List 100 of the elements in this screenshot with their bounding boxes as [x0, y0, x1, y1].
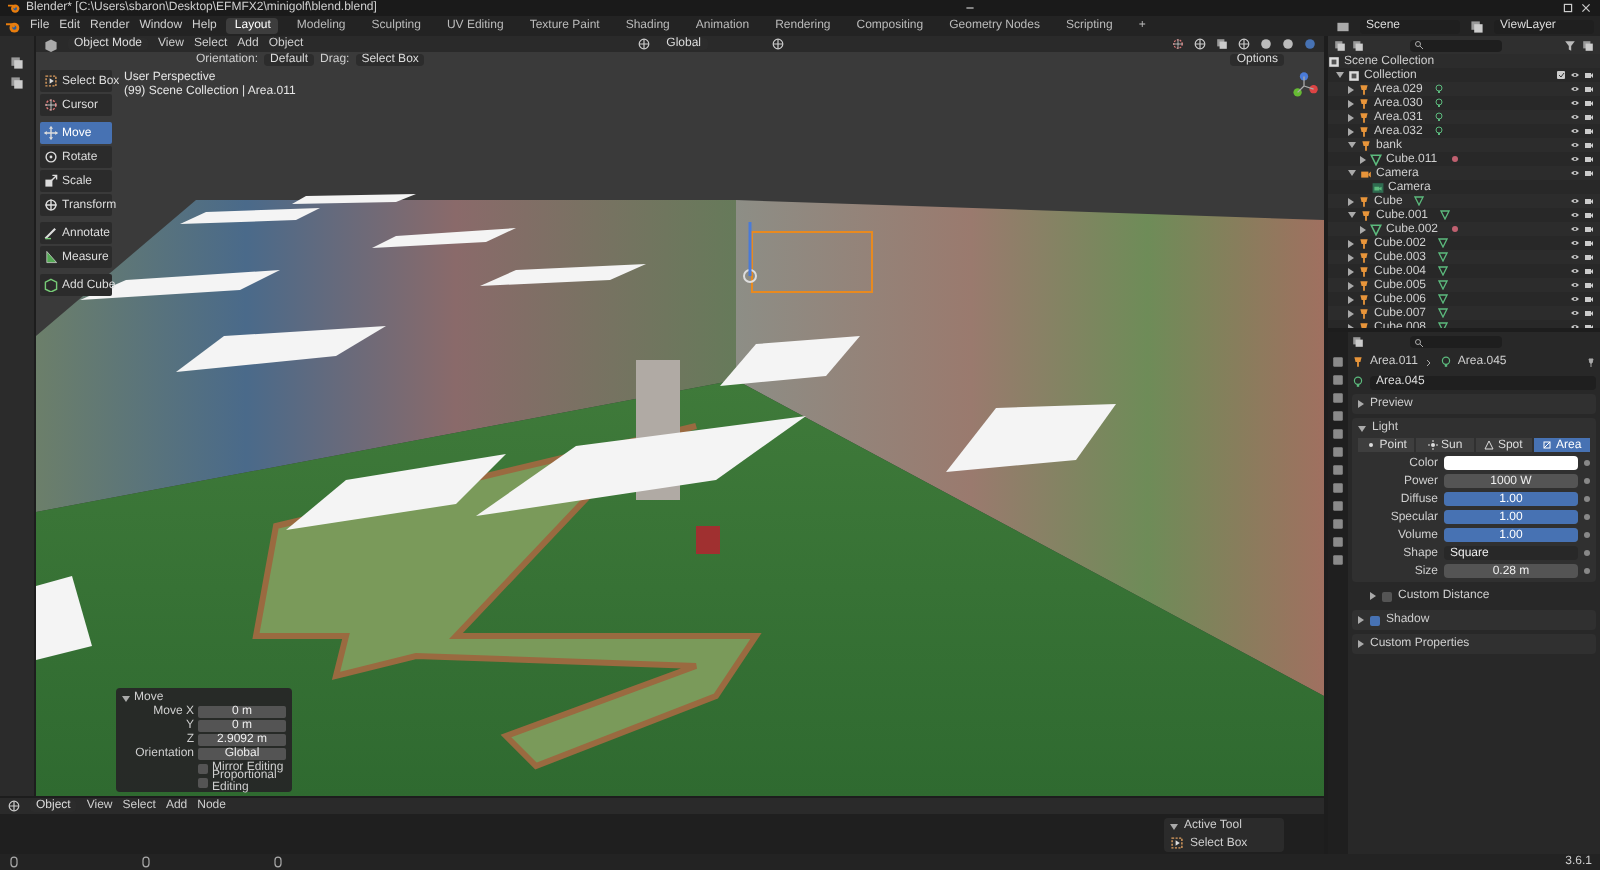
eye-icon[interactable]	[1570, 252, 1580, 262]
eye-icon[interactable]	[1570, 196, 1580, 206]
expand-arrow[interactable]	[1358, 640, 1364, 648]
expand-arrow[interactable]	[1370, 592, 1376, 600]
area-light-icon	[1542, 440, 1553, 450]
camera-icon[interactable]	[1584, 280, 1594, 290]
expand-arrow[interactable]	[1348, 309, 1354, 317]
checkbox[interactable]	[1370, 615, 1380, 625]
blender-logo-icon[interactable]	[6, 19, 20, 33]
point-light-icon	[1365, 440, 1376, 450]
light-data-icon	[1439, 356, 1452, 368]
checkbox[interactable]	[198, 777, 208, 787]
scene-icon[interactable]	[1336, 19, 1350, 33]
material-shading-icon[interactable]	[1282, 38, 1294, 50]
camera-data-icon	[1372, 181, 1384, 193]
expand-arrow[interactable]	[1348, 281, 1354, 289]
checkbox-icon[interactable]	[1556, 70, 1566, 80]
eye-icon[interactable]	[1570, 140, 1580, 150]
camera-icon[interactable]	[1584, 294, 1594, 304]
mouse-icon	[272, 856, 284, 868]
checkbox[interactable]	[1382, 591, 1392, 601]
eye-icon[interactable]	[1570, 84, 1580, 94]
mouse-icon	[140, 856, 152, 868]
eye-icon[interactable]	[1570, 308, 1580, 318]
camera-icon[interactable]	[1584, 98, 1594, 108]
close-icon[interactable]	[1580, 2, 1593, 14]
select-box-icon[interactable]	[1170, 836, 1184, 850]
view-layer-icon[interactable]	[1470, 19, 1484, 33]
camera-icon[interactable]	[1584, 196, 1594, 206]
xray-icon[interactable]	[1216, 38, 1228, 50]
pin-icon[interactable]	[1586, 357, 1596, 367]
expand-arrow[interactable]	[1348, 197, 1354, 205]
camera-icon[interactable]	[1584, 112, 1594, 122]
eye-icon[interactable]	[1570, 294, 1580, 304]
expand-arrow[interactable]	[1358, 400, 1364, 408]
modifier-icon	[1449, 154, 1460, 164]
orientation-icon[interactable]	[638, 38, 651, 50]
object-icon	[1352, 356, 1364, 368]
eye-icon[interactable]	[1570, 70, 1580, 80]
expand-arrow[interactable]	[1348, 142, 1356, 148]
camera-icon[interactable]	[1584, 168, 1594, 178]
wireframe-shading-icon[interactable]	[1238, 38, 1250, 50]
editor-type-icon[interactable]	[1334, 39, 1346, 51]
eye-icon[interactable]	[1570, 98, 1580, 108]
camera-icon[interactable]	[1584, 126, 1594, 136]
light-data-icon	[1434, 84, 1445, 94]
new-collection-icon[interactable]	[1582, 39, 1594, 51]
cube-icon	[44, 278, 58, 292]
camera-icon[interactable]	[1584, 154, 1594, 164]
navigation-gizmo-icon[interactable]	[1288, 70, 1320, 102]
expand-arrow[interactable]	[1348, 253, 1354, 261]
search-field[interactable]	[1410, 336, 1502, 348]
eye-icon[interactable]	[1570, 266, 1580, 276]
eye-icon[interactable]	[1570, 112, 1580, 122]
move-icon	[44, 126, 58, 140]
expand-arrow[interactable]	[1348, 85, 1354, 93]
eye-icon[interactable]	[1570, 210, 1580, 220]
light-data-icon[interactable]	[1352, 376, 1364, 388]
expand-arrow[interactable]	[1358, 425, 1366, 431]
transform-icon	[44, 198, 58, 212]
scale-icon	[44, 174, 58, 188]
expand-arrow[interactable]	[1360, 225, 1366, 233]
eye-icon[interactable]	[1570, 168, 1580, 178]
editor-type-icon[interactable]	[8, 800, 20, 812]
gizmo-toggle-icon[interactable]	[1172, 38, 1184, 50]
light-data-icon	[1434, 126, 1445, 136]
camera-icon[interactable]	[1584, 210, 1594, 220]
camera-icon[interactable]	[1584, 224, 1594, 234]
eye-icon[interactable]	[1570, 126, 1580, 136]
maximize-icon[interactable]	[1562, 2, 1575, 14]
mesh-data-icon	[1414, 196, 1425, 206]
rotate-icon	[44, 150, 58, 164]
eye-icon[interactable]	[1570, 238, 1580, 248]
eye-icon[interactable]	[1570, 224, 1580, 234]
eye-icon[interactable]	[1570, 154, 1580, 164]
mouse-icon	[8, 856, 20, 868]
editor-type-icon[interactable]	[1352, 336, 1364, 348]
camera-icon[interactable]	[1584, 308, 1594, 318]
camera-icon[interactable]	[1584, 140, 1594, 150]
camera-icon[interactable]	[1584, 252, 1594, 262]
expand-arrow[interactable]	[1348, 113, 1354, 121]
eye-icon[interactable]	[1570, 280, 1580, 290]
minimize-icon[interactable]	[961, 2, 978, 14]
camera-icon[interactable]	[1584, 84, 1594, 94]
rendered-shading-icon[interactable]	[1304, 38, 1316, 50]
display-mode-icon[interactable]	[1352, 39, 1364, 51]
camera-icon[interactable]	[1584, 266, 1594, 276]
mesh-data-icon	[1370, 223, 1382, 235]
sun-icon	[1427, 440, 1438, 450]
overlay-icon[interactable]	[1194, 38, 1206, 50]
camera-icon[interactable]	[1584, 238, 1594, 248]
solid-shading-icon[interactable]	[1260, 38, 1272, 50]
search-field[interactable]	[1410, 39, 1502, 51]
checkbox[interactable]	[198, 763, 208, 773]
light-data-icon	[1434, 112, 1445, 122]
collection-icon	[1348, 69, 1360, 81]
camera-icon[interactable]	[1584, 70, 1594, 80]
color-swatch[interactable]	[1444, 456, 1578, 470]
expand-arrow[interactable]	[1358, 616, 1364, 624]
mesh-data-icon	[1440, 210, 1451, 220]
